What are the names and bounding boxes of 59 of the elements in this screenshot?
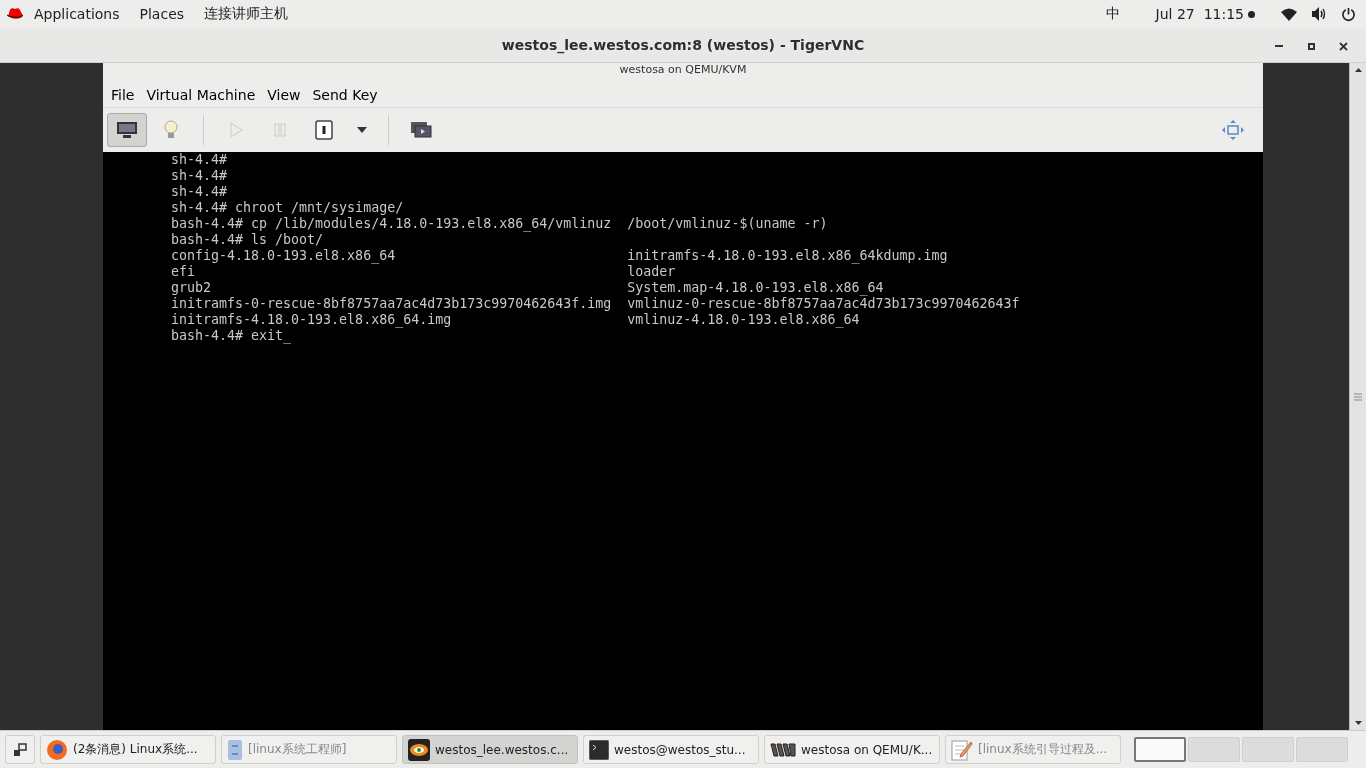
scrollbar[interactable] [1349, 63, 1366, 730]
play-icon [229, 122, 243, 138]
top-menu[interactable]: 连接讲师主机 [194, 5, 299, 23]
top-menu[interactable]: Places [129, 6, 195, 22]
wifi-icon[interactable] [1281, 7, 1297, 21]
workspace-switcher[interactable] [1134, 737, 1186, 762]
show-desktop-button[interactable] [5, 735, 35, 764]
close-icon[interactable] [1338, 41, 1348, 51]
power-icon[interactable] [1341, 6, 1356, 22]
console-line: bash-4.4# exit_ [171, 328, 293, 344]
console-line: bash-4.4# ls /boot/ [171, 232, 325, 248]
console-text: loader [627, 264, 676, 280]
console-line: bash-4.4# cp /lib/modules/4.18.0-193.el8.x86_64/vmlinuz /boot/vmlinuz-$(uname -r) [171, 216, 829, 232]
window-title: westos_lee.westos.com:8 (westos) - TigerVNC [501, 37, 865, 53]
console-text: initramfs-4.18.0-193.el8.x86_64.img [171, 312, 453, 328]
maximize-icon[interactable] [1307, 42, 1315, 50]
hat-icon[interactable] [6, 7, 24, 21]
screens-icon [410, 121, 432, 139]
taskbar-item[interactable]: westosa on QEMU/K... [764, 735, 940, 764]
pause-icon [273, 123, 287, 137]
menu-item[interactable]: Virtual Machine [140, 86, 262, 103]
menu-item[interactable]: View [261, 86, 307, 103]
console-line: sh-4.4# chroot /mnt/sysimage/ [171, 200, 405, 216]
notepad-pencil-icon [951, 738, 973, 761]
console-text: config-4.18.0-193.el8.x86_64 [171, 248, 397, 264]
dot-icon [1248, 10, 1255, 18]
file-cabinet-icon [227, 738, 243, 761]
console-text: efi [171, 264, 197, 280]
lightbulb-icon [164, 120, 178, 140]
console-line: sh-4.4# [171, 184, 229, 200]
top-menu[interactable]: Applications [24, 6, 130, 22]
console-text: initramfs-0-rescue-8bf8757aa7ac4d73b173c9970462643f.img [171, 296, 613, 312]
console-text: System.map-4.18.0-193.el8.x86_64 [627, 280, 884, 296]
console-line: sh-4.4# [171, 152, 229, 168]
monitor-icon [116, 121, 138, 139]
taskbar-item[interactable]: westos_lee.westos.c... [402, 735, 578, 764]
clock[interactable]: Jul 27 11:15 [1155, 6, 1244, 22]
toolbar-button[interactable] [107, 113, 147, 147]
console-text: initramfs-4.18.0-193.el8.x86_64kdump.img [627, 248, 948, 264]
caret-icon [356, 126, 368, 134]
console-line: sh-4.4# [171, 168, 229, 184]
fullscreen-icon [1222, 120, 1244, 140]
console-text: vmlinuz-4.18.0-193.el8.x86_64 [627, 312, 860, 328]
console-text: grub2 [171, 280, 213, 296]
taskbar-item[interactable]: westos@westos_stu... [583, 735, 759, 764]
terminal-icon [589, 739, 609, 760]
server-rack-icon [770, 741, 796, 758]
vm-window-title: westosa on QEMU/KVM [619, 64, 747, 75]
taskbar-item[interactable]: (2条消息) Linux系统... [40, 735, 216, 764]
console-text: vmlinuz-0-rescue-8bf8757aa7ac4d73b173c9970462643f [627, 296, 1020, 312]
menu-item[interactable]: File [105, 86, 141, 103]
menu-item[interactable]: Send Key [306, 86, 384, 103]
input-method-indicator[interactable]: 中 [1105, 5, 1120, 23]
show-desktop-icon [13, 742, 27, 757]
volume-icon[interactable] [1311, 7, 1327, 21]
tiger-icon [408, 738, 430, 761]
browser-icon [46, 738, 68, 761]
power-icon [315, 120, 333, 140]
grip-icon[interactable] [1354, 391, 1362, 402]
